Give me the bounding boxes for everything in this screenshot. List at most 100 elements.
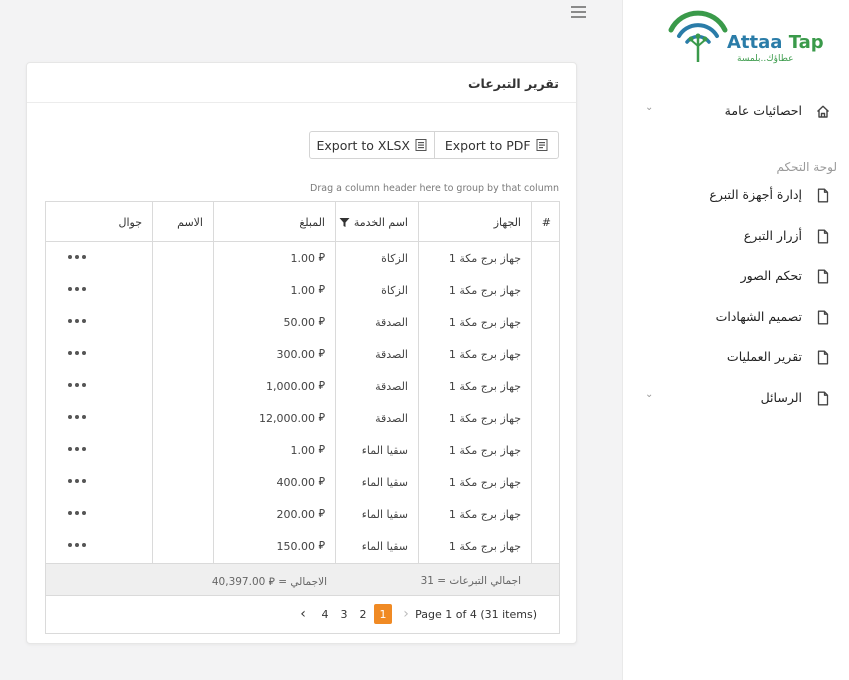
summary-count: اجمالي التبرعات = 31 xyxy=(420,574,521,587)
table-row[interactable]: جهاز برج مكة 1 سقيا الماء ⃁ 150.00 xyxy=(46,530,559,562)
cell-amount: ⃁ 300.00 xyxy=(214,338,335,370)
amount-value: 1.00 xyxy=(290,251,315,265)
header-device[interactable]: الجهاز xyxy=(419,202,531,242)
sidebar-item-label: احصائيات عامة xyxy=(724,103,802,118)
page-2[interactable]: 2 xyxy=(354,604,372,624)
table-row[interactable]: جهاز برج مكة 1 الزكاة ⃁ 1.00 xyxy=(46,242,559,274)
group-panel-hint[interactable]: Drag a column header here to group by th… xyxy=(310,183,559,194)
amount-value: 1.00 xyxy=(290,443,315,457)
file-icon xyxy=(817,269,829,284)
file-icon xyxy=(817,229,829,244)
cell-device: جهاز برج مكة 1 xyxy=(448,315,521,329)
table-row[interactable]: جهاز برج مكة 1 سقيا الماء ⃁ 1.00 xyxy=(46,434,559,466)
currency-icon: ⃁ xyxy=(318,347,325,360)
export-xlsx-button[interactable]: Export to XLSX xyxy=(310,132,434,158)
sidebar-item-operations-report[interactable]: تقرير العمليات xyxy=(623,346,849,370)
page-4[interactable]: 4 xyxy=(316,604,334,624)
cell-device: جهاز برج مكة 1 xyxy=(448,347,521,361)
brand-name: Attaa Tap xyxy=(727,32,824,53)
more-actions-icon[interactable] xyxy=(68,479,86,483)
currency-icon: ⃁ xyxy=(318,475,325,488)
cell-service: الزكاة xyxy=(381,283,408,297)
filter-icon[interactable] xyxy=(339,217,350,228)
sidebar-item-messages[interactable]: الرسائل ⌄ xyxy=(623,387,849,411)
xlsx-file-icon xyxy=(415,139,427,151)
header-mobile[interactable]: جوال xyxy=(46,202,152,242)
pager-prev-icon[interactable]: ‹ xyxy=(296,604,310,624)
page-1[interactable]: 1 xyxy=(374,604,392,624)
file-icon xyxy=(817,310,829,325)
currency-icon: ⃁ xyxy=(318,315,325,328)
currency-icon: ⃁ xyxy=(318,443,325,456)
export-xlsx-label: Export to XLSX xyxy=(316,137,410,153)
chevron-down-icon: ⌄ xyxy=(645,102,654,113)
cell-amount: ⃁ 1.00 xyxy=(214,274,335,306)
table-row[interactable]: جهاز برج مكة 1 سقيا الماء ⃁ 400.00 xyxy=(46,466,559,498)
sidebar-item-device-management[interactable]: إدارة أجهزة التبرع xyxy=(623,184,849,208)
page-title: تقرير التبرعات xyxy=(467,76,559,91)
cell-amount: ⃁ 200.00 xyxy=(214,498,335,530)
sidebar-item-donation-buttons[interactable]: أزرار التبرع xyxy=(623,225,849,249)
cell-amount: ⃁ 50.00 xyxy=(214,306,335,338)
currency-icon: ⃁ xyxy=(318,411,325,424)
table-row[interactable]: جهاز برج مكة 1 الصدقة ⃁ 1,000.00 xyxy=(46,370,559,402)
amount-value: 400.00 xyxy=(276,475,315,489)
table-row[interactable]: جهاز برج مكة 1 الصدقة ⃁ 300.00 xyxy=(46,338,559,370)
cell-device: جهاز برج مكة 1 xyxy=(448,411,521,425)
amount-value: 300.00 xyxy=(276,347,315,361)
sidebar-item-label: الرسائل xyxy=(760,390,802,405)
home-icon xyxy=(817,105,829,118)
file-icon xyxy=(817,188,829,203)
amount-value: 1.00 xyxy=(290,283,315,297)
currency-icon: ⃁ xyxy=(318,251,325,264)
cell-amount: ⃁ 1.00 xyxy=(214,242,335,274)
more-actions-icon[interactable] xyxy=(68,255,86,259)
amount-value: 50.00 xyxy=(283,315,315,329)
sidebar-item-label: إدارة أجهزة التبرع xyxy=(709,187,802,202)
pager-next-icon[interactable]: › xyxy=(399,604,413,624)
sidebar-item-label: تحكم الصور xyxy=(740,268,802,283)
export-toolbar: Export to XLSX Export to PDF xyxy=(309,131,559,159)
more-actions-icon[interactable] xyxy=(68,383,86,387)
pager: Page 1 of 4 (31 items) › 1 2 3 4 ‹ xyxy=(46,596,559,634)
more-actions-icon[interactable] xyxy=(68,543,86,547)
more-actions-icon[interactable] xyxy=(68,319,86,323)
more-actions-icon[interactable] xyxy=(68,447,86,451)
more-actions-icon[interactable] xyxy=(68,287,86,291)
page-3[interactable]: 3 xyxy=(335,604,353,624)
header-service[interactable]: اسم الخدمة xyxy=(336,202,418,242)
menu-toggle-icon[interactable] xyxy=(571,6,586,18)
summary-total: الاجمالي = ⃁ 40,397.00 xyxy=(211,575,327,588)
export-pdf-button[interactable]: Export to PDF xyxy=(433,132,559,158)
more-actions-icon[interactable] xyxy=(68,511,86,515)
cell-service: سقيا الماء xyxy=(361,539,408,553)
cell-amount: ⃁ 12,000.00 xyxy=(214,402,335,434)
header-name[interactable]: الاسم xyxy=(153,202,213,242)
sidebar-item-statistics[interactable]: احصائيات عامة ⌄ xyxy=(623,100,849,124)
file-icon xyxy=(817,350,829,365)
brand-logo[interactable]: Attaa Tap عطاؤك..بلمسة xyxy=(667,8,824,68)
amount-value: 1,000.00 xyxy=(265,379,315,393)
cell-device: جهاز برج مكة 1 xyxy=(448,507,521,521)
cell-device: جهاز برج مكة 1 xyxy=(448,251,521,265)
sidebar-item-label: أزرار التبرع xyxy=(743,228,802,243)
table-row[interactable]: جهاز برج مكة 1 سقيا الماء ⃁ 200.00 xyxy=(46,498,559,530)
cell-amount: ⃁ 150.00 xyxy=(214,530,335,562)
cell-amount: ⃁ 400.00 xyxy=(214,466,335,498)
currency-icon: ⃁ xyxy=(318,539,325,552)
header-num[interactable]: # xyxy=(532,202,561,242)
table-row[interactable]: جهاز برج مكة 1 الصدقة ⃁ 12,000.00 xyxy=(46,402,559,434)
sidebar-item-certificate-design[interactable]: تصميم الشهادات xyxy=(623,306,849,330)
pdf-file-icon xyxy=(536,139,548,151)
more-actions-icon[interactable] xyxy=(68,415,86,419)
chevron-down-icon: ⌄ xyxy=(645,389,654,400)
header-amount[interactable]: المبلغ xyxy=(214,202,335,242)
table-row[interactable]: جهاز برج مكة 1 الزكاة ⃁ 1.00 xyxy=(46,274,559,306)
more-actions-icon[interactable] xyxy=(68,351,86,355)
table-row[interactable]: جهاز برج مكة 1 الصدقة ⃁ 50.00 xyxy=(46,306,559,338)
grid-header: # الجهاز اسم الخدمة المبلغ الاسم جوال xyxy=(46,202,559,242)
sidebar-item-image-control[interactable]: تحكم الصور xyxy=(623,265,849,289)
amount-value: 12,000.00 xyxy=(258,411,315,425)
donations-grid: # الجهاز اسم الخدمة المبلغ الاسم جوال جه… xyxy=(45,201,560,634)
cell-service: سقيا الماء xyxy=(361,507,408,521)
